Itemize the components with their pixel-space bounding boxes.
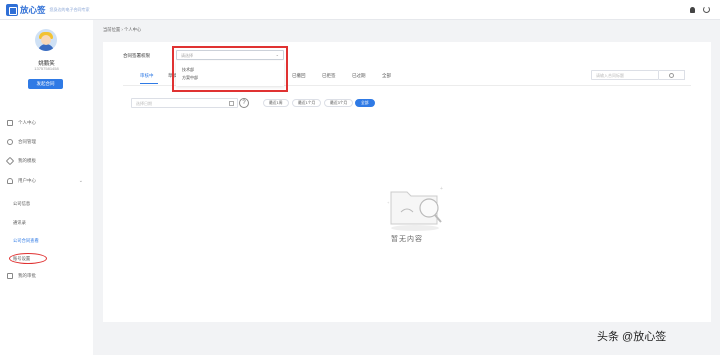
search-icon	[669, 73, 674, 78]
brand-slogan: 您身边的电子合同专家	[49, 7, 90, 12]
sidebar-subitem-contacts[interactable]: 通讯录	[13, 220, 26, 226]
sidebar: 姚鹏笑 13757581458 发起合同 个人中心 合同管理 我的模板 用户中心…	[0, 20, 93, 355]
tab-withdrawn[interactable]: 已撤回	[292, 73, 306, 79]
tab-rejected[interactable]: 已拒签	[322, 73, 336, 79]
sidebar-subitem-company-info[interactable]: 公司信息	[13, 201, 30, 207]
logout-icon[interactable]	[703, 6, 710, 13]
svg-text:+: +	[387, 200, 390, 205]
sidebar-item-templates[interactable]: 我的模板	[0, 156, 93, 166]
user-phone: 13757581458	[34, 66, 59, 71]
sidebar-item-user-center[interactable]: 用户中心 ⌄	[0, 176, 93, 186]
contract-icon	[7, 139, 13, 145]
permission-label: 合同签署权限	[123, 53, 150, 58]
empty-folder-icon: + +	[387, 186, 443, 231]
svg-text:+: +	[440, 186, 443, 192]
tab-expired[interactable]: 已过期	[352, 73, 366, 79]
search-input[interactable]: 请输入合同标题	[591, 70, 659, 80]
brand-name: 放心签	[20, 5, 46, 15]
empty-state-text: 暂无内容	[391, 236, 423, 243]
breadcrumb-current[interactable]: 个人中心	[124, 27, 141, 32]
highlight-box	[172, 46, 288, 92]
time-filter-3months[interactable]: 最近3个月	[324, 99, 354, 107]
date-input[interactable]: 选择日期	[131, 98, 238, 108]
help-icon[interactable]: ?	[239, 98, 249, 108]
logo[interactable]: 放心签 您身边的电子合同专家	[6, 4, 90, 16]
time-filter-all[interactable]: 全部	[355, 99, 375, 107]
time-filter-1month[interactable]: 最近1个月	[292, 99, 322, 107]
home-icon	[7, 120, 13, 126]
shield-logo-icon	[6, 4, 18, 16]
sidebar-item-personal-center[interactable]: 个人中心	[0, 118, 93, 128]
tab-reviewing[interactable]: 审核中	[140, 73, 154, 79]
active-tab-underline	[140, 83, 158, 84]
breadcrumb: 当前位置 › 个人中心	[103, 27, 141, 33]
sidebar-subitem-account-settings[interactable]: 账号设置	[13, 256, 30, 262]
sidebar-subitem-company-contracts[interactable]: 公司合同查看	[13, 238, 39, 244]
sidebar-item-contract-management[interactable]: 合同管理	[0, 137, 93, 147]
sidebar-item-my-approvals[interactable]: 我的审批	[0, 271, 93, 281]
chevron-down-icon: ⌄	[78, 178, 83, 184]
avatar[interactable]	[35, 29, 57, 51]
template-icon	[5, 156, 15, 166]
top-bar: 放心签 您身边的电子合同专家	[0, 0, 720, 20]
main-panel: 合同签署权限 审核中 草稿 已撤回 已拒签 已过期 全部 请选择 ⌄ 技术部 方…	[103, 42, 711, 322]
tab-all[interactable]: 全部	[382, 73, 391, 79]
search-button[interactable]	[659, 70, 685, 80]
launch-contract-button[interactable]: 发起合同	[28, 79, 63, 89]
bell-icon[interactable]	[690, 6, 695, 13]
user-icon	[7, 178, 13, 184]
time-filter-1week[interactable]: 最近1周	[263, 99, 289, 107]
approval-icon	[7, 273, 13, 279]
breadcrumb-prefix: 当前位置	[103, 27, 121, 32]
watermark: 头条 @放心签	[597, 331, 667, 343]
breadcrumb-separator: ›	[121, 27, 123, 32]
calendar-icon	[229, 101, 234, 106]
